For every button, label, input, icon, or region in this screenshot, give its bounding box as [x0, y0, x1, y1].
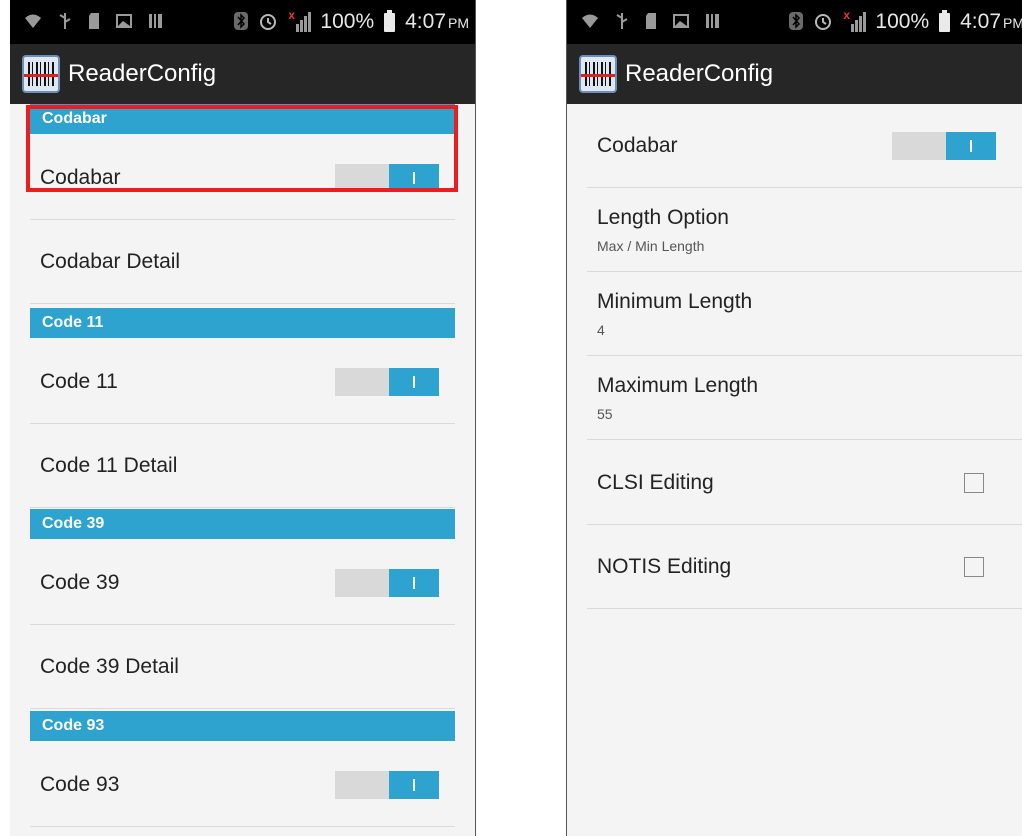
clsi-editing-checkbox[interactable]	[964, 472, 984, 493]
code-11-toggle[interactable]	[335, 367, 439, 396]
codabar-detail-row[interactable]: Codabar Detail	[30, 220, 455, 304]
code-39-toggle[interactable]	[335, 568, 439, 597]
status-bar: x 100% 4:07 PM	[10, 0, 475, 44]
battery-icon	[939, 9, 951, 32]
code-11-detail-label: Code 11 Detail	[40, 453, 178, 477]
left-screen: x 100% 4:07 PM ReaderConfig Codabar Codab…	[10, 0, 476, 836]
code-93-label: Code 93	[40, 772, 120, 796]
length-option-title: Length Option	[597, 206, 729, 229]
notis-editing-checkbox[interactable]	[964, 556, 984, 577]
battery-icon	[384, 9, 396, 32]
toggle-knob	[946, 131, 996, 160]
settings-list: Codabar Codabar Codabar Detail Code 11 C…	[10, 104, 475, 836]
toggle-knob	[389, 770, 439, 799]
code-39-detail-row[interactable]: Code 39 Detail	[30, 625, 455, 709]
alarm-icon	[258, 11, 278, 34]
maximum-length-value: 55	[597, 406, 613, 422]
clock: 4:07 PM	[960, 10, 1022, 33]
section-header-code-11: Code 11	[30, 308, 455, 338]
code-39-toggle-row[interactable]: Code 39	[30, 541, 455, 625]
wifi-icon	[581, 13, 599, 32]
app-bar: ReaderConfig	[10, 44, 475, 104]
barcode-scanner-app-icon	[579, 55, 617, 93]
code-11-toggle-row[interactable]: Code 11	[30, 340, 455, 424]
barcode-icon	[148, 13, 164, 32]
notis-editing-label: NOTIS Editing	[597, 554, 732, 578]
sim-icon	[88, 12, 100, 33]
minimum-length-title: Minimum Length	[597, 290, 753, 313]
usb-icon	[58, 12, 72, 33]
bluetooth-icon	[234, 11, 249, 33]
right-screen: x 100% 4:07 PM ReaderConfig Codabar Lengt…	[566, 0, 1022, 836]
clsi-editing-row[interactable]: CLSI Editing	[587, 441, 1022, 525]
section-header-code-39: Code 39	[30, 509, 455, 539]
section-header-code-93: Code 93	[30, 711, 455, 741]
barcode-icon	[705, 13, 721, 32]
notis-editing-row[interactable]: NOTIS Editing	[587, 525, 1022, 609]
usb-icon	[615, 12, 629, 33]
toggle-knob	[389, 568, 439, 597]
maximum-length-row[interactable]: Maximum Length 55	[587, 356, 1022, 440]
code-11-label: Code 11	[40, 369, 118, 393]
codabar-label: Codabar	[597, 133, 678, 157]
wifi-icon	[24, 13, 42, 32]
barcode-scanner-app-icon	[22, 55, 60, 93]
alarm-icon	[813, 11, 833, 34]
image-icon	[673, 13, 689, 31]
highlight-box	[26, 105, 458, 192]
app-title: ReaderConfig	[68, 60, 217, 87]
codabar-toggle[interactable]	[892, 131, 996, 160]
codabar-detail-label: Codabar Detail	[40, 249, 181, 273]
minimum-length-value: 4	[597, 322, 605, 338]
app-title: ReaderConfig	[625, 60, 774, 87]
app-bar: ReaderConfig	[567, 44, 1022, 104]
sim-icon	[645, 12, 657, 33]
maximum-length-title: Maximum Length	[597, 374, 759, 397]
image-icon	[116, 13, 132, 31]
toggle-knob	[389, 367, 439, 396]
length-option-summary: Max / Min Length	[597, 238, 705, 254]
bluetooth-icon	[789, 11, 804, 33]
status-bar: x 100% 4:07 PM	[567, 0, 1022, 44]
battery-percent: 100%	[320, 10, 375, 33]
code-39-label: Code 39	[40, 570, 120, 594]
length-option-row[interactable]: Length Option Max / Min Length	[587, 188, 1022, 272]
signal-icon: x	[288, 8, 312, 32]
code-39-detail-label: Code 39 Detail	[40, 654, 179, 678]
code-93-toggle-row[interactable]: Code 93	[30, 743, 455, 827]
clock: 4:07 PM	[405, 10, 469, 33]
codabar-toggle-row[interactable]: Codabar	[587, 104, 1022, 188]
clsi-editing-label: CLSI Editing	[597, 470, 714, 494]
minimum-length-row[interactable]: Minimum Length 4	[587, 272, 1022, 356]
battery-percent: 100%	[875, 10, 930, 33]
code-93-toggle[interactable]	[335, 770, 439, 799]
code-11-detail-row[interactable]: Code 11 Detail	[30, 424, 455, 508]
codabar-detail-list: Codabar Length Option Max / Min Length M…	[567, 104, 1022, 836]
signal-icon: x	[843, 8, 867, 32]
